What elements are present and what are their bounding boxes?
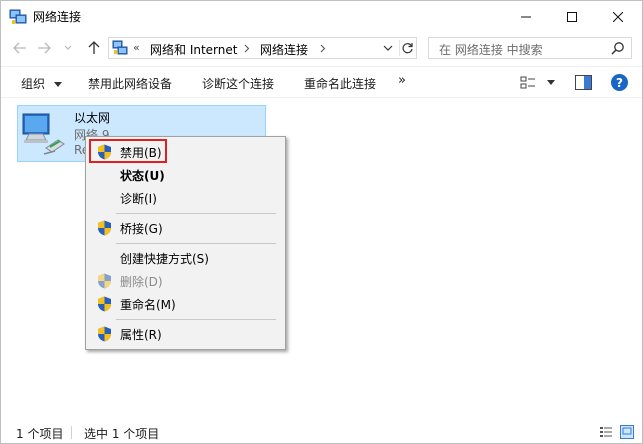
arrow-left-icon bbox=[13, 42, 26, 54]
menu-item-status[interactable]: 状态(U) bbox=[88, 164, 283, 186]
view-options-icon[interactable] bbox=[520, 75, 536, 91]
close-icon bbox=[613, 11, 623, 22]
explorer-window: 网络连接 « 网络和 Internet 网络连接 在 网络连接 中搜索 组织 禁… bbox=[0, 0, 643, 444]
large-icons-view-icon[interactable] bbox=[620, 425, 634, 439]
diagnose-connection-button[interactable]: 诊断这个连接 bbox=[202, 75, 274, 92]
search-icon bbox=[611, 42, 624, 55]
menu-item-label: 诊断(I) bbox=[120, 191, 157, 206]
ethernet-adapter-icon bbox=[22, 113, 65, 155]
refresh-button[interactable] bbox=[399, 40, 415, 56]
maximize-button[interactable] bbox=[549, 1, 595, 32]
arrow-up-icon bbox=[88, 41, 100, 54]
network-folder-icon bbox=[112, 40, 128, 55]
breadcrumb-overflow[interactable]: « bbox=[133, 41, 140, 54]
recent-locations-button[interactable] bbox=[63, 39, 73, 57]
menu-item-label: 重命名(M) bbox=[120, 297, 176, 312]
uac-shield-icon bbox=[98, 326, 111, 342]
menu-item-bridge[interactable]: 桥接(G) bbox=[88, 217, 283, 239]
menu-item-diagnose[interactable]: 诊断(I) bbox=[88, 187, 283, 209]
menu-separator bbox=[116, 319, 276, 320]
breadcrumb-network-connections[interactable]: 网络连接 bbox=[260, 41, 308, 58]
uac-shield-icon bbox=[98, 296, 111, 312]
help-icon[interactable]: ? bbox=[611, 74, 628, 91]
status-separator bbox=[71, 426, 72, 439]
menu-item-label: 状态(U) bbox=[120, 168, 165, 183]
refresh-icon bbox=[402, 42, 413, 53]
menu-item-delete: 删除(D) bbox=[88, 270, 283, 292]
minimize-button[interactable] bbox=[503, 1, 549, 32]
window-title: 网络连接 bbox=[33, 10, 82, 24]
maximize-icon bbox=[567, 11, 577, 22]
preview-pane-icon[interactable] bbox=[575, 75, 592, 90]
menu-item-create-shortcut[interactable]: 创建快捷方式(S) bbox=[88, 247, 283, 269]
organize-label: 组织 bbox=[21, 77, 46, 91]
context-menu: 禁用(B) 状态(U) 诊断(I) 桥接(G) 创建快捷方式(S) 删除(D) … bbox=[85, 136, 286, 350]
title-bar[interactable]: 网络连接 bbox=[1, 1, 642, 32]
selected-count: 选中 1 个项目 bbox=[84, 427, 160, 441]
more-commands-button[interactable]: » bbox=[398, 73, 406, 88]
address-bar[interactable]: « 网络和 Internet 网络连接 bbox=[108, 37, 417, 59]
item-count: 1 个项目 bbox=[16, 427, 64, 441]
status-bar: 1 个项目 选中 1 个项目 bbox=[1, 421, 642, 443]
arrow-right-icon bbox=[38, 42, 51, 54]
menu-item-rename[interactable]: 重命名(M) bbox=[88, 293, 283, 315]
back-button[interactable] bbox=[11, 39, 29, 57]
chevron-down-icon bbox=[383, 45, 393, 51]
uac-shield-icon bbox=[98, 144, 111, 160]
details-view-icon[interactable] bbox=[599, 425, 613, 439]
menu-item-properties[interactable]: 属性(R) bbox=[88, 323, 283, 345]
menu-item-label: 删除(D) bbox=[120, 274, 163, 289]
menu-item-label: 创建快捷方式(S) bbox=[120, 251, 209, 266]
caret-down-icon bbox=[53, 82, 62, 87]
command-bar: 组织 禁用此网络设备 诊断这个连接 重命名此连接 » ? bbox=[1, 66, 642, 98]
search-placeholder: 在 网络连接 中搜索 bbox=[439, 43, 543, 57]
breadcrumb-network-internet[interactable]: 网络和 Internet bbox=[150, 41, 237, 58]
menu-item-label: 禁用(B) bbox=[120, 145, 162, 160]
rename-connection-button[interactable]: 重命名此连接 bbox=[304, 75, 376, 92]
menu-item-disable[interactable]: 禁用(B) bbox=[88, 141, 283, 163]
menu-item-label: 属性(R) bbox=[120, 327, 162, 342]
network-connections-icon bbox=[9, 9, 27, 24]
minimize-icon bbox=[521, 16, 531, 17]
chevron-down-icon bbox=[64, 45, 72, 50]
chevron-right-icon[interactable] bbox=[244, 44, 250, 53]
menu-separator bbox=[116, 243, 276, 244]
forward-button[interactable] bbox=[35, 39, 53, 57]
caret-down-icon[interactable] bbox=[546, 77, 556, 87]
connection-name: 以太网 bbox=[74, 111, 111, 125]
close-button[interactable] bbox=[595, 1, 641, 32]
disable-device-button[interactable]: 禁用此网络设备 bbox=[88, 75, 172, 92]
uac-shield-icon bbox=[98, 220, 111, 236]
uac-shield-icon bbox=[98, 273, 111, 289]
menu-separator bbox=[116, 213, 276, 214]
menu-item-label: 桥接(G) bbox=[120, 221, 163, 236]
up-button[interactable] bbox=[85, 39, 103, 57]
address-dropdown-button[interactable] bbox=[381, 41, 395, 55]
organize-button[interactable]: 组织 bbox=[21, 75, 62, 92]
chevron-right-icon[interactable] bbox=[320, 44, 326, 53]
search-input[interactable]: 在 网络连接 中搜索 bbox=[428, 37, 632, 59]
